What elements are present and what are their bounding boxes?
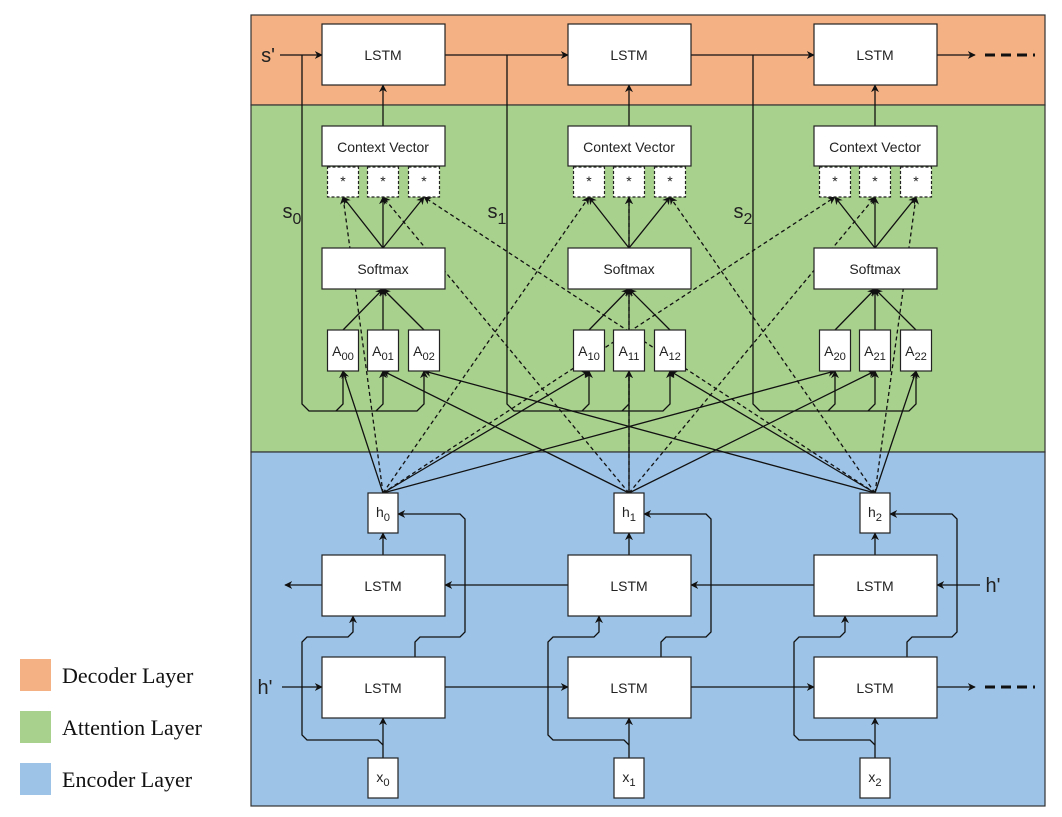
score-label-01-subscript: 01 <box>381 351 393 363</box>
encoder-forward-lstm-label-2: LSTM <box>856 680 893 696</box>
score-label-21-subscript: 21 <box>873 351 885 363</box>
legend-swatch-1 <box>20 711 51 743</box>
encoder-forward-lstm-label-1-main: LSTM <box>610 680 647 696</box>
seq2seq-attention-diagram: s' LSTMs0Context Vector*A00*A01*A02Softma… <box>20 14 1046 807</box>
context-vector-label-0-main: Context Vector <box>337 139 429 155</box>
encoder-forward-lstm-label-2-main: LSTM <box>856 680 893 696</box>
hidden-label-0-subscript: 0 <box>384 512 390 524</box>
state-label-0-subscript: 0 <box>293 211 302 228</box>
softmax-label-1-main: Softmax <box>603 261 654 277</box>
decoder-lstm-label-0-main: LSTM <box>364 47 401 63</box>
product-label-12: * <box>667 173 673 189</box>
state-label-1-main: s <box>488 201 498 223</box>
encoder-backward-lstm-label-2-main: LSTM <box>856 578 893 594</box>
encoder-forward-lstm-label-0-main: LSTM <box>364 680 401 696</box>
encoder-backward-lstm-label-0: LSTM <box>364 578 401 594</box>
encoder-backward-lstm-label-2: LSTM <box>856 578 893 594</box>
state-label-1-subscript: 1 <box>498 211 507 228</box>
score-label-11-subscript: 11 <box>628 351 640 363</box>
decoder-lstm-label-2-main: LSTM <box>856 47 893 63</box>
legend-swatch-0 <box>20 659 51 691</box>
input-label-2-subscript: 2 <box>875 777 881 789</box>
product-label-02-main: * <box>421 173 427 189</box>
product-label-20-main: * <box>832 173 838 189</box>
score-label-12-subscript: 12 <box>668 351 680 363</box>
legend-label-1: Attention Layer <box>62 715 203 740</box>
product-label-00: * <box>340 173 346 189</box>
hidden-label-1-main: h <box>622 504 630 520</box>
product-label-01-main: * <box>380 173 386 189</box>
encoder-backward-lstm-label-1: LSTM <box>610 578 647 594</box>
product-label-10-main: * <box>586 173 592 189</box>
context-vector-label-2: Context Vector <box>829 139 921 155</box>
input-label-0-main: x <box>376 769 383 785</box>
legend-label-2: Encoder Layer <box>62 767 193 792</box>
encoder-backward-lstm-label-1-main: LSTM <box>610 578 647 594</box>
hidden-label-2-main: h <box>868 504 876 520</box>
product-label-12-main: * <box>667 173 673 189</box>
decoder-input-label: s' <box>261 45 275 67</box>
encoder-forward-input-label-main: h' <box>258 677 273 699</box>
encoder-backward-input-label: h' <box>986 575 1001 597</box>
context-vector-label-1-main: Context Vector <box>583 139 675 155</box>
encoder-backward-input-label-main: h' <box>986 575 1001 597</box>
score-label-02-subscript: 02 <box>422 351 434 363</box>
context-vector-label-2-main: Context Vector <box>829 139 921 155</box>
softmax-label-2-main: Softmax <box>849 261 900 277</box>
product-label-22-main: * <box>913 173 919 189</box>
decoder-lstm-label-1-main: LSTM <box>610 47 647 63</box>
product-label-01: * <box>380 173 386 189</box>
score-label-22-subscript: 22 <box>914 351 926 363</box>
score-label-00-subscript: 00 <box>341 351 353 363</box>
decoder-input-label-main: s' <box>261 45 275 67</box>
state-label-0-main: s <box>283 201 293 223</box>
context-vector-label-1: Context Vector <box>583 139 675 155</box>
hidden-label-2-subscript: 2 <box>876 512 882 524</box>
hidden-label-0-main: h <box>376 504 384 520</box>
product-label-20: * <box>832 173 838 189</box>
decoder-lstm-label-1: LSTM <box>610 47 647 63</box>
score-label-10-subscript: 10 <box>587 351 599 363</box>
legend-swatch-2 <box>20 763 51 795</box>
state-label-2-subscript: 2 <box>744 211 753 228</box>
product-label-22: * <box>913 173 919 189</box>
softmax-label-1: Softmax <box>603 261 654 277</box>
decoder-lstm-label-0: LSTM <box>364 47 401 63</box>
softmax-label-0: Softmax <box>357 261 408 277</box>
input-label-0-subscript: 0 <box>383 777 389 789</box>
hidden-label-1-subscript: 1 <box>630 512 636 524</box>
encoder-backward-lstm-label-0-main: LSTM <box>364 578 401 594</box>
decoder-lstm-label-2: LSTM <box>856 47 893 63</box>
score-label-20-subscript: 20 <box>833 351 845 363</box>
state-label-2-main: s <box>734 201 744 223</box>
encoder-forward-lstm-label-0: LSTM <box>364 680 401 696</box>
input-label-1-main: x <box>622 769 629 785</box>
product-label-11: * <box>626 173 632 189</box>
product-label-02: * <box>421 173 427 189</box>
product-label-21: * <box>872 173 878 189</box>
product-label-21-main: * <box>872 173 878 189</box>
encoder-forward-input-label: h' <box>258 677 273 699</box>
input-label-2-main: x <box>868 769 875 785</box>
softmax-label-0-main: Softmax <box>357 261 408 277</box>
product-label-11-main: * <box>626 173 632 189</box>
softmax-label-2: Softmax <box>849 261 900 277</box>
legend-label-0: Decoder Layer <box>62 663 194 688</box>
input-label-1-subscript: 1 <box>629 777 635 789</box>
product-label-00-main: * <box>340 173 346 189</box>
context-vector-label-0: Context Vector <box>337 139 429 155</box>
product-label-10: * <box>586 173 592 189</box>
encoder-forward-lstm-label-1: LSTM <box>610 680 647 696</box>
